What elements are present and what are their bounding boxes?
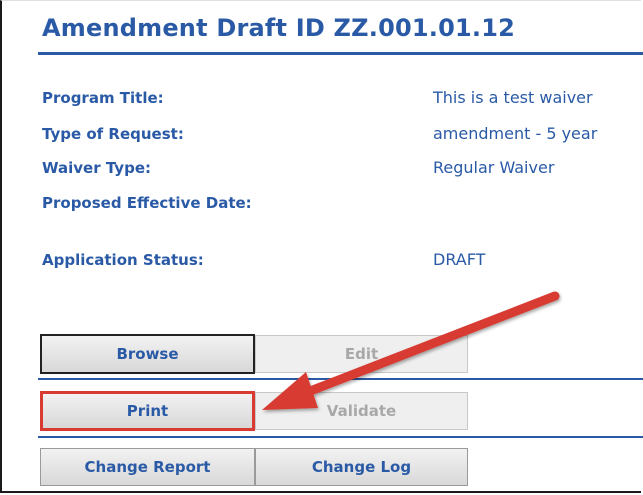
annotation-arrow-icon <box>262 291 560 410</box>
